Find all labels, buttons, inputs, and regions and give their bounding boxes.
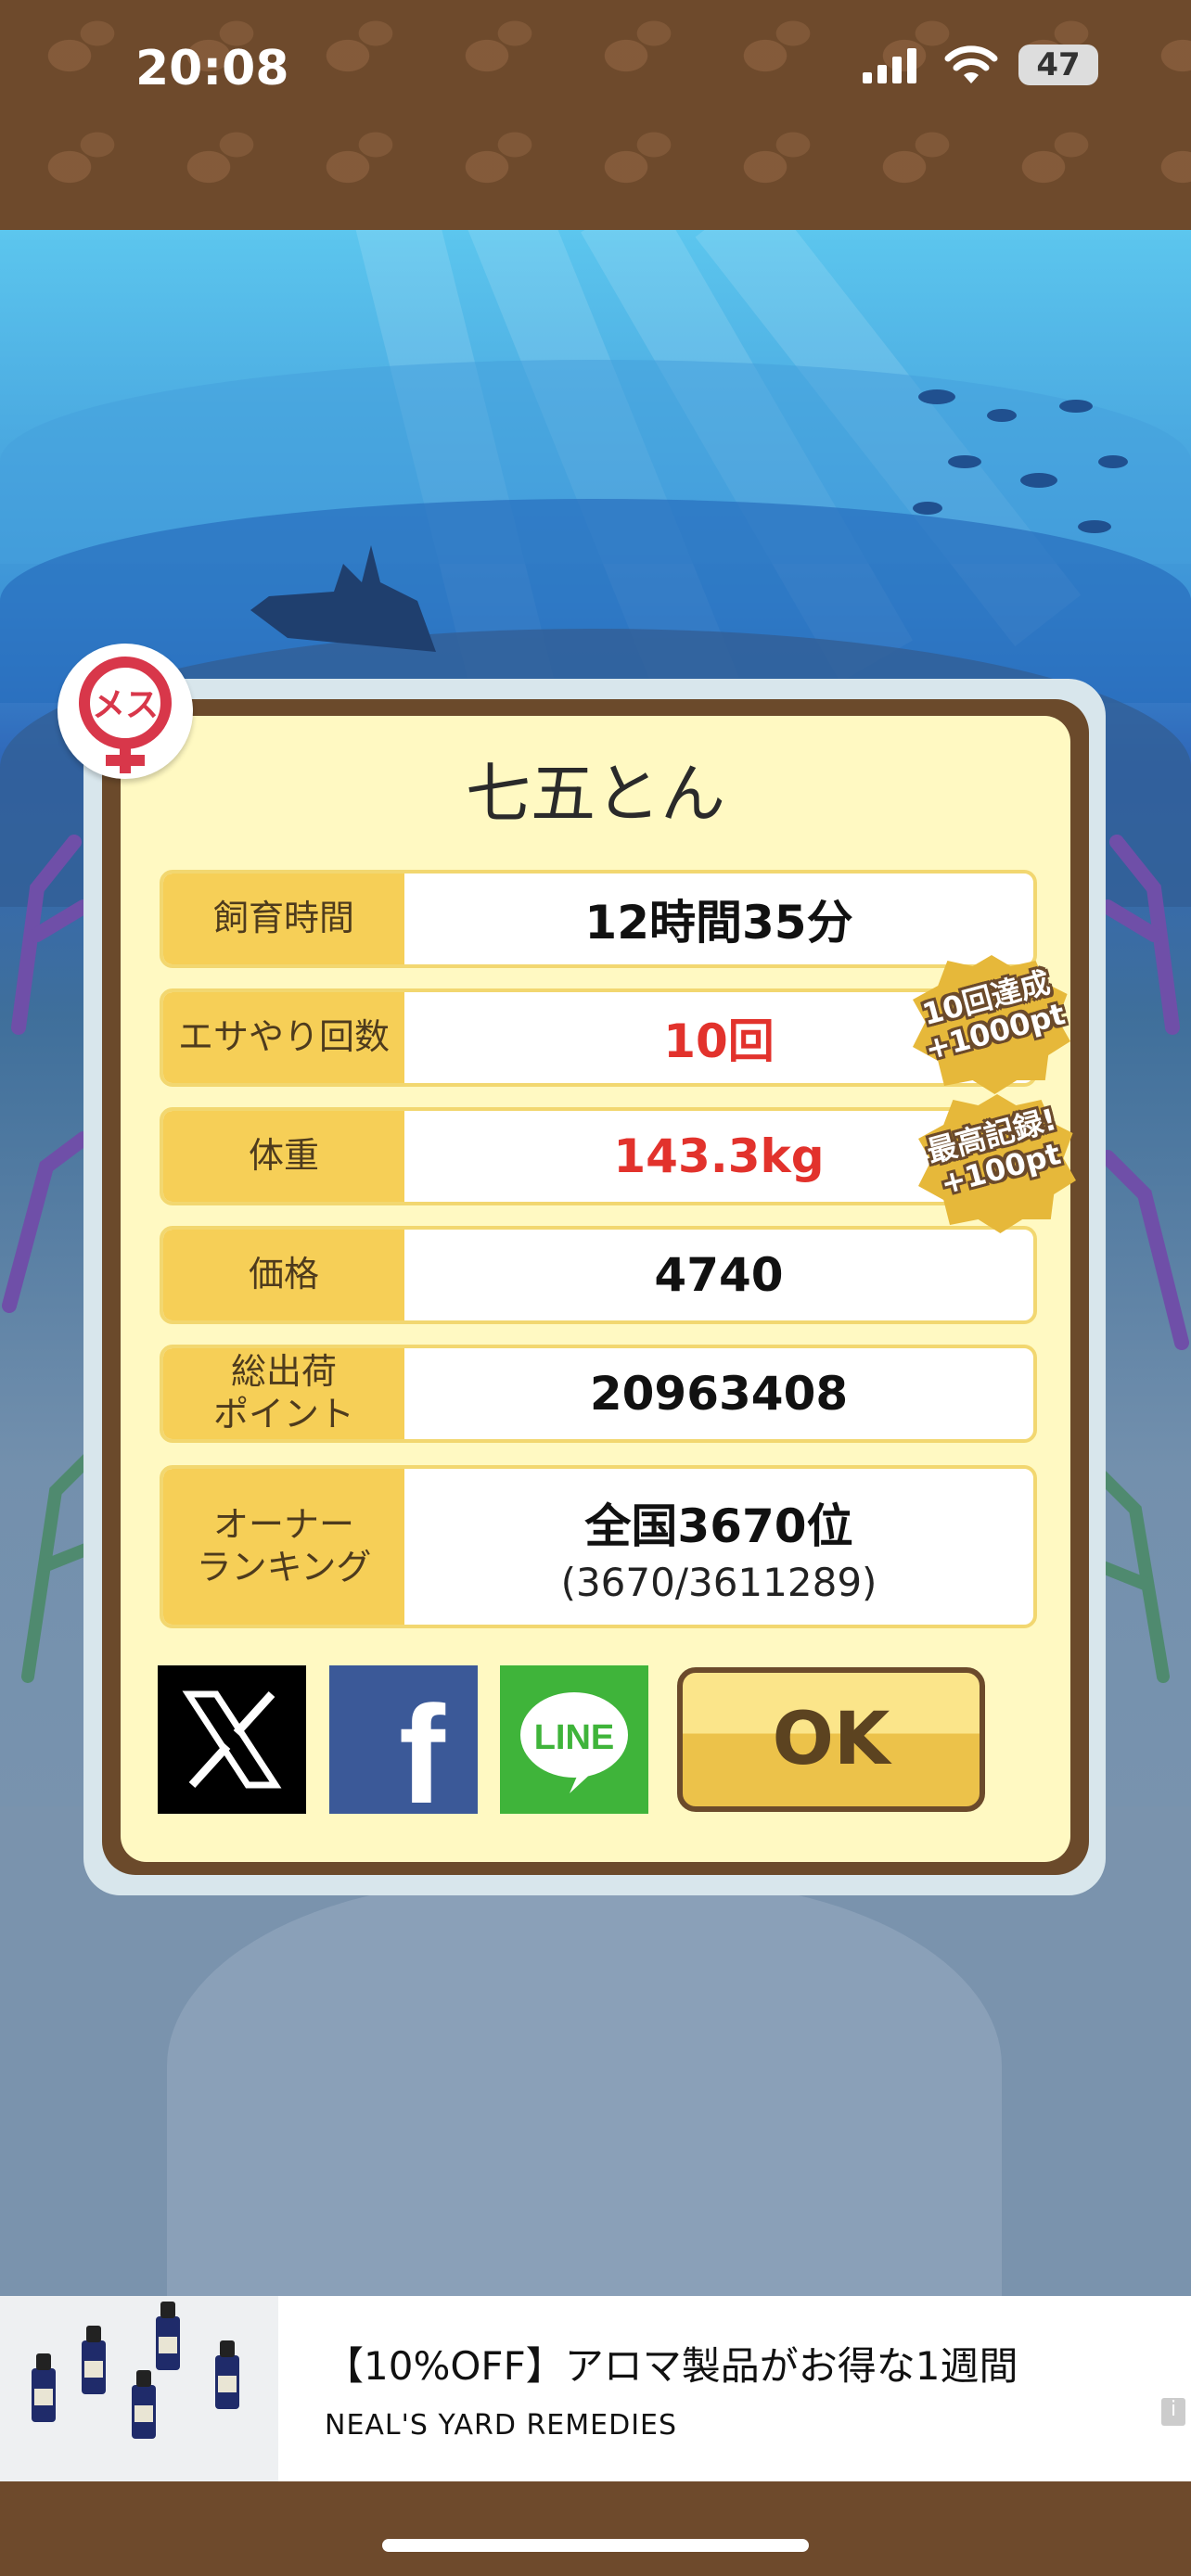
- stat-row-price: 価格 4740: [160, 1226, 1037, 1324]
- stat-label: 体重: [163, 1111, 404, 1202]
- ad-bottle: [215, 2340, 239, 2409]
- ad-advertiser[interactable]: NEAL'S YARD REMEDIES: [325, 2409, 677, 2442]
- stat-sub-value: (3670/3611289): [560, 1559, 877, 1605]
- ad-banner[interactable]: 【10%OFF】アロマ製品がお得な1週間 NEAL'S YARD REMEDIE…: [0, 2296, 1191, 2481]
- line-logo-icon: LINE: [520, 1692, 628, 1793]
- ok-button[interactable]: OK: [677, 1667, 985, 1812]
- stat-row-total-points: 総出荷 ポイント 20963408: [160, 1345, 1037, 1443]
- facebook-logo-icon: f: [399, 1676, 445, 1832]
- ad-product-image[interactable]: [0, 2296, 278, 2481]
- sand-path: [167, 1881, 1002, 2296]
- stat-value: 20963408: [589, 1367, 849, 1421]
- share-line-button[interactable]: LINE: [500, 1665, 648, 1814]
- ad-bottle: [132, 2370, 156, 2439]
- status-time: 20:08: [135, 41, 289, 96]
- fish-school: [913, 389, 1128, 533]
- cellular-signal-icon: [863, 48, 916, 83]
- battery-icon: 47: [1018, 45, 1098, 85]
- share-x-button[interactable]: [158, 1665, 306, 1814]
- stat-label: 総出荷 ポイント: [163, 1348, 404, 1439]
- stat-label: オーナー ランキング: [163, 1469, 404, 1625]
- x-logo-icon: [182, 1690, 282, 1789]
- stat-label: 価格: [163, 1230, 404, 1320]
- ad-title[interactable]: 【10%OFF】アロマ製品がお得な1週間: [325, 2335, 1018, 2391]
- bottom-bar: [0, 2481, 1191, 2576]
- stat-value: 全国3670位: [584, 1498, 853, 1553]
- shipwreck-silhouette: [250, 545, 436, 652]
- ad-bottle: [156, 2302, 180, 2370]
- stat-value-group: 全国3670位 (3670/3611289): [404, 1469, 1033, 1625]
- info-icon[interactable]: i: [1161, 2398, 1185, 2426]
- share-facebook-button[interactable]: f: [329, 1665, 478, 1832]
- gender-label: メス: [92, 686, 159, 724]
- line-logo-text: LINE: [534, 1718, 615, 1757]
- status-icons: 47: [863, 45, 1098, 85]
- stat-value: 4740: [654, 1248, 784, 1302]
- top-bar: 20:08 47: [0, 0, 1191, 230]
- stat-value: 12時間35分: [584, 896, 853, 950]
- stat-label: エサやり回数: [163, 992, 404, 1083]
- stat-label: 飼育時間: [163, 874, 404, 964]
- stat-row-breeding-time: 飼育時間 12時間35分: [160, 870, 1037, 968]
- pet-name: 七五とん: [466, 756, 725, 832]
- home-indicator[interactable]: [382, 2539, 809, 2552]
- wifi-icon: [944, 45, 998, 83]
- ad-bottle: [32, 2353, 56, 2422]
- ad-bottle: [82, 2326, 106, 2394]
- stat-row-owner-ranking: オーナー ランキング 全国3670位 (3670/3611289): [160, 1465, 1037, 1628]
